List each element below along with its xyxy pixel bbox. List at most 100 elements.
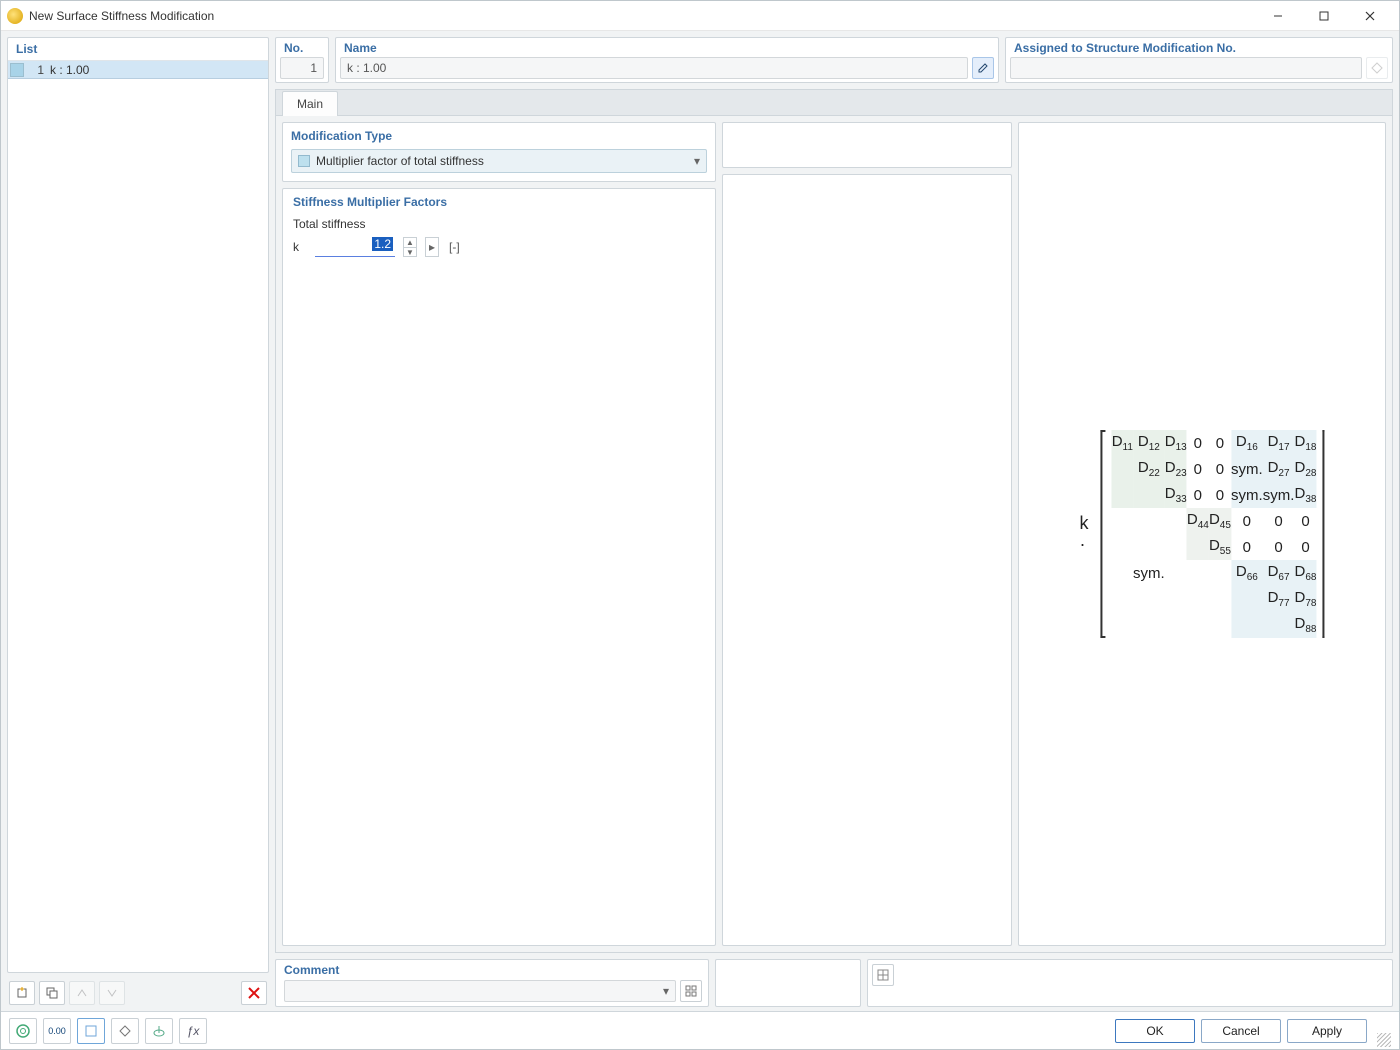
- comment-row: Comment ▾: [275, 959, 1393, 1007]
- titlebar: New Surface Stiffness Modification: [1, 1, 1399, 31]
- factors-title: Stiffness Multiplier Factors: [293, 195, 705, 215]
- matrix-cell: [1112, 482, 1133, 508]
- edit-name-button[interactable]: [972, 57, 994, 79]
- view-button-1[interactable]: [77, 1018, 105, 1044]
- matrix-cell: [1165, 508, 1187, 534]
- k-spinner[interactable]: ▲▼: [403, 237, 417, 257]
- matrix-cell: D16: [1231, 430, 1263, 456]
- matrix-cell: [1263, 612, 1295, 638]
- matrix-cell: [1133, 586, 1165, 612]
- matrix-cell: 0: [1263, 534, 1295, 560]
- comment-panel: Comment ▾: [275, 959, 709, 1007]
- matrix-cell: sym.: [1263, 482, 1295, 508]
- apply-button[interactable]: Apply: [1287, 1019, 1367, 1043]
- help-button[interactable]: [9, 1018, 37, 1044]
- spin-up-icon[interactable]: ▲: [404, 238, 416, 248]
- modification-type-panel: Modification Type Multiplier factor of t…: [282, 122, 716, 182]
- content-col-c: k · D11D12D1300D16D17D18D22D2300sym.D27D…: [1018, 122, 1386, 946]
- toolbar-button-4[interactable]: [99, 981, 125, 1005]
- dialog-window: New Surface Stiffness Modification List …: [0, 0, 1400, 1050]
- maximize-button[interactable]: [1301, 1, 1347, 31]
- matrix-prefix: k ·: [1079, 513, 1094, 555]
- matrix-cell: [1165, 534, 1187, 560]
- resize-grip[interactable]: [1377, 1033, 1391, 1047]
- matrix-cell: D27: [1263, 456, 1295, 482]
- matrix-cell: D22: [1133, 456, 1165, 482]
- list-item-index: 1: [28, 63, 44, 77]
- toolbar-button-3[interactable]: [69, 981, 95, 1005]
- matrix-cell: 0: [1209, 430, 1231, 456]
- cancel-button[interactable]: Cancel: [1201, 1019, 1281, 1043]
- matrix-cell: [1231, 612, 1263, 638]
- content-col-b: [722, 122, 1012, 946]
- new-item-button[interactable]: [9, 981, 35, 1005]
- pick-assign-button[interactable]: [1366, 57, 1388, 79]
- stiffness-factors-panel: Stiffness Multiplier Factors Total stiff…: [282, 188, 716, 946]
- matrix-cell: D23: [1165, 456, 1187, 482]
- matrix-cell: [1112, 508, 1133, 534]
- name-input[interactable]: k : 1.00: [340, 57, 968, 79]
- matrix-cell: [1209, 560, 1231, 586]
- bottom-bar: 0.00 ƒx OK Cancel Apply: [1, 1011, 1399, 1049]
- blank-panel-top: [722, 122, 1012, 168]
- top-row: No. 1 Name k : 1.00 Assigned to Structur…: [275, 37, 1393, 83]
- view-button-2[interactable]: [111, 1018, 139, 1044]
- assigned-input[interactable]: [1010, 57, 1362, 79]
- matrix-cell: [1112, 456, 1133, 482]
- matrix-cell: 0: [1209, 456, 1231, 482]
- dialog-body: List 1 k : 1.00: [1, 31, 1399, 1011]
- modification-type-title: Modification Type: [291, 127, 707, 149]
- units-button[interactable]: 0.00: [43, 1018, 71, 1044]
- matrix-cell: [1165, 560, 1187, 586]
- matrix-cell: 0: [1231, 534, 1263, 560]
- comment-input[interactable]: ▾: [284, 980, 676, 1002]
- matrix-cell: 0: [1294, 508, 1316, 534]
- comment-title: Comment: [284, 963, 702, 980]
- no-label: No.: [276, 38, 328, 55]
- matrix-cell: [1165, 586, 1187, 612]
- chevron-down-icon: ▾: [694, 154, 700, 168]
- comment-library-button[interactable]: [680, 980, 702, 1002]
- matrix-cell: D28: [1294, 456, 1316, 482]
- matrix-cell: D45: [1209, 508, 1231, 534]
- delete-item-button[interactable]: [241, 981, 267, 1005]
- copy-item-button[interactable]: [39, 981, 65, 1005]
- matrix-cell: D18: [1294, 430, 1316, 456]
- list-item-label: k : 1.00: [50, 63, 89, 77]
- modification-type-select[interactable]: Multiplier factor of total stiffness ▾: [291, 149, 707, 173]
- matrix-cell: [1165, 612, 1187, 638]
- matrix-cell: 0: [1231, 508, 1263, 534]
- spin-down-icon[interactable]: ▼: [404, 248, 416, 257]
- matrix-cell: 0: [1294, 534, 1316, 560]
- field-assigned: Assigned to Structure Modification No.: [1005, 37, 1393, 83]
- matrix-cell: D68: [1294, 560, 1316, 586]
- ok-button[interactable]: OK: [1115, 1019, 1195, 1043]
- k-input[interactable]: 1.2: [315, 237, 395, 257]
- minimize-button[interactable]: [1255, 1, 1301, 31]
- script-button[interactable]: ƒx: [179, 1018, 207, 1044]
- matrix-cell: D33: [1165, 482, 1187, 508]
- matrix-cell: D44: [1187, 508, 1209, 534]
- list-item[interactable]: 1 k : 1.00: [8, 61, 268, 79]
- matrix-cell: D88: [1294, 612, 1316, 638]
- no-input[interactable]: 1: [280, 57, 324, 79]
- matrix-cell: 0: [1187, 430, 1209, 456]
- chevron-down-icon[interactable]: ▾: [663, 984, 669, 998]
- matrix-cell: D12: [1133, 430, 1165, 456]
- field-name: Name k : 1.00: [335, 37, 999, 83]
- matrix-cell: [1133, 482, 1165, 508]
- view-button-3[interactable]: [145, 1018, 173, 1044]
- tab-main[interactable]: Main: [282, 91, 338, 116]
- tabstrip: Main: [275, 89, 1393, 115]
- mini-panel-button[interactable]: [872, 964, 894, 986]
- k-popout-button[interactable]: ▸: [425, 237, 439, 257]
- matrix-cell: [1187, 586, 1209, 612]
- matrix-cell: [1209, 586, 1231, 612]
- matrix-cell: D38: [1294, 482, 1316, 508]
- list-body[interactable]: 1 k : 1.00: [8, 61, 268, 972]
- close-button[interactable]: [1347, 1, 1393, 31]
- list-header: List: [8, 38, 268, 61]
- bracket-left: [1101, 430, 1106, 638]
- matrix-cell: D66: [1231, 560, 1263, 586]
- matrix-panel: k · D11D12D1300D16D17D18D22D2300sym.D27D…: [1018, 122, 1386, 946]
